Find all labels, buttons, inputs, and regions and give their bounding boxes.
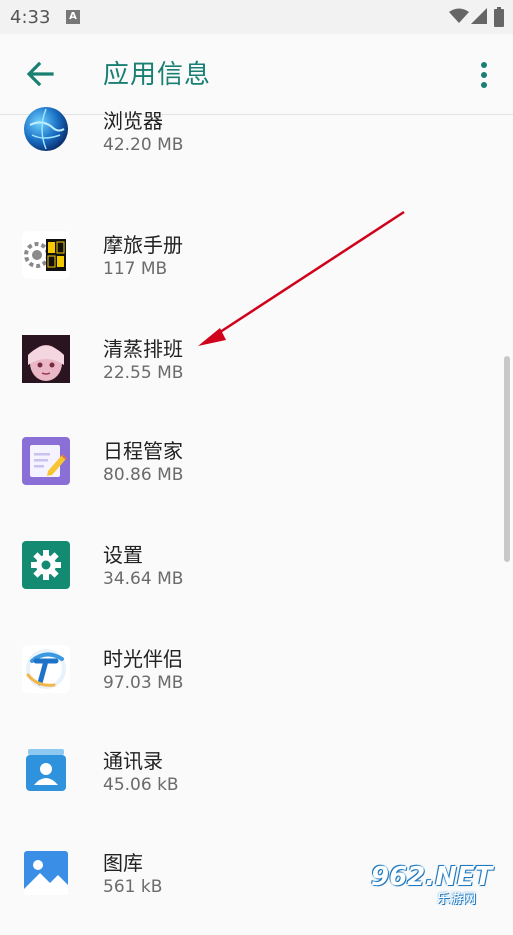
watermark-logo: 962.NET 乐游网	[367, 862, 507, 907]
annotation-arrow-icon	[198, 210, 405, 346]
watermark-small: 乐游网	[437, 892, 477, 907]
